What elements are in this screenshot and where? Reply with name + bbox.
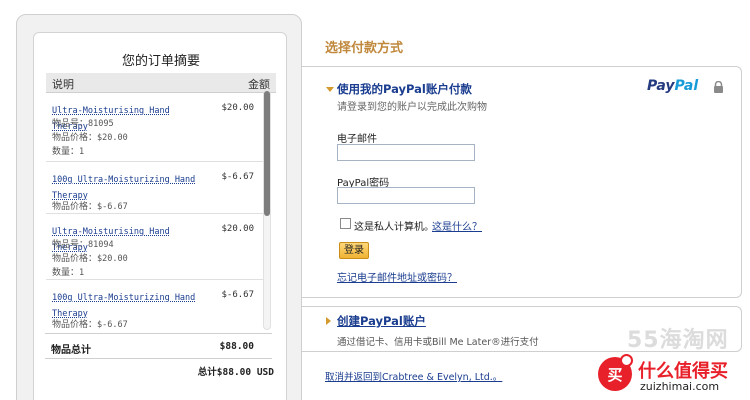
order-item: Ultra-Moisturising Hand Therapy $20.00 物… [46,93,264,162]
password-field[interactable] [337,187,475,204]
scrollbar-thumb[interactable] [264,91,270,216]
create-account-subtitle: 通过借记卡、信用卡或Bill Me Later®进行支付 [337,337,539,348]
subtotal-row: 物品总计 $88.00 [45,333,272,359]
order-items-scrollbar[interactable] [263,90,271,330]
item-qty-line: 数量：1 [52,268,85,278]
item-price-line: 物品价格：$-6.67 [52,202,128,212]
item-number-line: 物品号：81094 [52,240,114,250]
cancel-return-link[interactable]: 取消并返回到Crabtree & Evelyn, Ltd.。 [325,369,502,383]
collapsed-arrow-icon [326,317,331,325]
item-price-line: 物品价格：$20.00 [52,254,128,264]
item-number-line: 物品号：81095 [52,119,114,129]
item-price-line: 物品价格：$20.00 [52,133,128,143]
smzdm-logo-icon: 买 [598,354,633,391]
order-item: 100g Ultra-Moisturizing Hand Therapy $-6… [46,280,264,331]
expanded-arrow-icon [326,87,334,92]
item-amount: $20.00 [221,103,254,113]
login-button[interactable]: 登录 [339,242,369,259]
subtotal-label: 物品总计 [51,345,91,356]
private-computer-checkbox[interactable] [340,218,351,229]
watermark-55haitao: 55海淘网 [627,328,729,353]
order-summary-title: 您的订单摘要 [121,54,200,69]
item-amount: $-6.67 [221,172,254,182]
order-items-list[interactable]: Ultra-Moisturising Hand Therapy $20.00 物… [46,93,264,331]
order-item: Ultra-Moisturising Hand Therapy $20.00 物… [46,214,264,280]
email-field[interactable] [337,144,475,161]
grand-total: 总计$88.00 USD [197,367,274,378]
forgot-credentials-link[interactable]: 忘记电子邮件地址或密码？ [337,269,457,284]
item-amount: $-6.67 [221,290,254,300]
email-label: 电子邮件 [337,134,377,145]
watermark-smzdm-site: zuizhimai.com [640,380,720,393]
paypal-logo: PayPal [647,78,699,94]
payment-section-title: 选择付款方式 [325,41,404,56]
private-computer-label: 这是私人计算机。 [354,222,434,233]
item-qty-line: 数量：1 [52,147,85,157]
subtotal-value: $88.00 [219,341,254,352]
item-price-line: 物品价格：$-6.67 [52,320,128,330]
order-item: 100g Ultra-Moisturizing Hand Therapy $-6… [46,162,264,214]
paypal-login-subtitle: 请登录到您的账户以完成此次购物 [337,102,487,113]
whats-this-link[interactable]: 这是什么？ [432,218,482,233]
paypal-login-heading[interactable]: 使用我的PayPal账户付款 [337,81,472,97]
lock-icon [714,81,723,93]
order-table-header: 说明 金额 [46,73,276,93]
column-description: 说明 [52,78,74,91]
item-amount: $20.00 [221,224,254,234]
create-account-link[interactable]: 创建PayPal账户 [337,313,426,329]
